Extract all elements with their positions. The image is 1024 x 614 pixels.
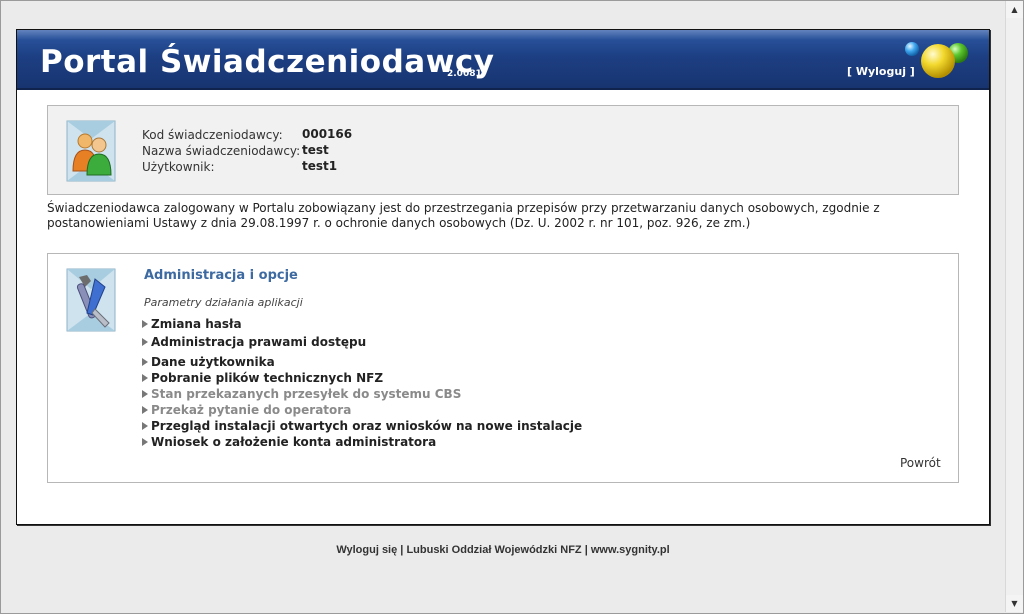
- admin-section-subtitle: Parametry działania aplikacji: [144, 296, 303, 309]
- provider-name-value: test: [302, 143, 329, 157]
- tools-icon: [66, 268, 116, 332]
- bullet-arrow-icon: [142, 320, 148, 328]
- bullet-arrow-icon: [142, 422, 148, 430]
- bullet-arrow-icon: [142, 358, 148, 366]
- user-label: Użytkownik:: [142, 160, 215, 174]
- vertical-scrollbar[interactable]: ▲ ▼: [1005, 1, 1023, 612]
- data-protection-notice: Świadczeniodawca zalogowany w Portalu zo…: [47, 201, 880, 230]
- menu-item-user-data[interactable]: Dane użytkownika: [142, 355, 275, 369]
- menu-item-installations-review[interactable]: Przegląd instalacji otwartych oraz wnios…: [142, 419, 582, 433]
- footer-logout-link[interactable]: Wyloguj się: [336, 544, 397, 556]
- menu-item-technical-files[interactable]: Pobranie plików technicznych NFZ: [142, 371, 383, 385]
- admin-section-title: Administracja i opcje: [144, 268, 298, 283]
- menu-item-change-password[interactable]: Zmiana hasła: [142, 317, 242, 331]
- bullet-arrow-icon: [142, 374, 148, 382]
- provider-code-label: Kod świadczeniodawcy:: [142, 128, 283, 142]
- footer: Wyloguj się | Lubuski Oddział Wojewódzki…: [336, 544, 670, 556]
- menu-item-admin-account-request[interactable]: Wniosek o założenie konta administratora: [142, 435, 436, 449]
- provider-code-value: 000166: [302, 127, 353, 141]
- scroll-down-icon[interactable]: ▼: [1006, 595, 1023, 612]
- bullet-arrow-icon: [142, 438, 148, 446]
- portal-title: Portal Świadczeniodawcy: [40, 44, 495, 80]
- provider-name-label: Nazwa świadczeniodawcy:: [142, 144, 301, 158]
- bullet-arrow-icon: [142, 390, 148, 398]
- menu-item-ask-operator: Przekaż pytanie do operatora: [142, 403, 351, 417]
- menu-item-cbs-status: Stan przekazanych przesyłek do systemu C…: [142, 387, 461, 401]
- version-label: 2.0081: [447, 69, 482, 79]
- logo-balls-icon: [905, 42, 968, 78]
- bullet-arrow-icon: [142, 338, 148, 346]
- back-link[interactable]: Powrót: [900, 456, 941, 470]
- footer-site-link[interactable]: www.sygnity.pl: [591, 544, 670, 556]
- portal-header: Portal Świadczeniodawcy 2.0081 [ Wyloguj…: [17, 30, 989, 90]
- portal-page: Portal Świadczeniodawcy 2.0081 [ Wyloguj…: [16, 29, 990, 525]
- footer-branch-link[interactable]: Lubuski Oddział Wojewódzki NFZ: [406, 544, 581, 556]
- admin-options-box: Administracja i opcje Parametry działani…: [47, 253, 959, 483]
- user-value: test1: [302, 159, 338, 173]
- menu-item-access-rights[interactable]: Administracja prawami dostępu: [142, 335, 366, 349]
- scroll-up-icon[interactable]: ▲: [1006, 1, 1023, 18]
- bullet-arrow-icon: [142, 406, 148, 414]
- provider-info-box: Kod świadczeniodawcy: 000166 Nazwa świad…: [47, 105, 959, 195]
- users-icon: [66, 120, 116, 182]
